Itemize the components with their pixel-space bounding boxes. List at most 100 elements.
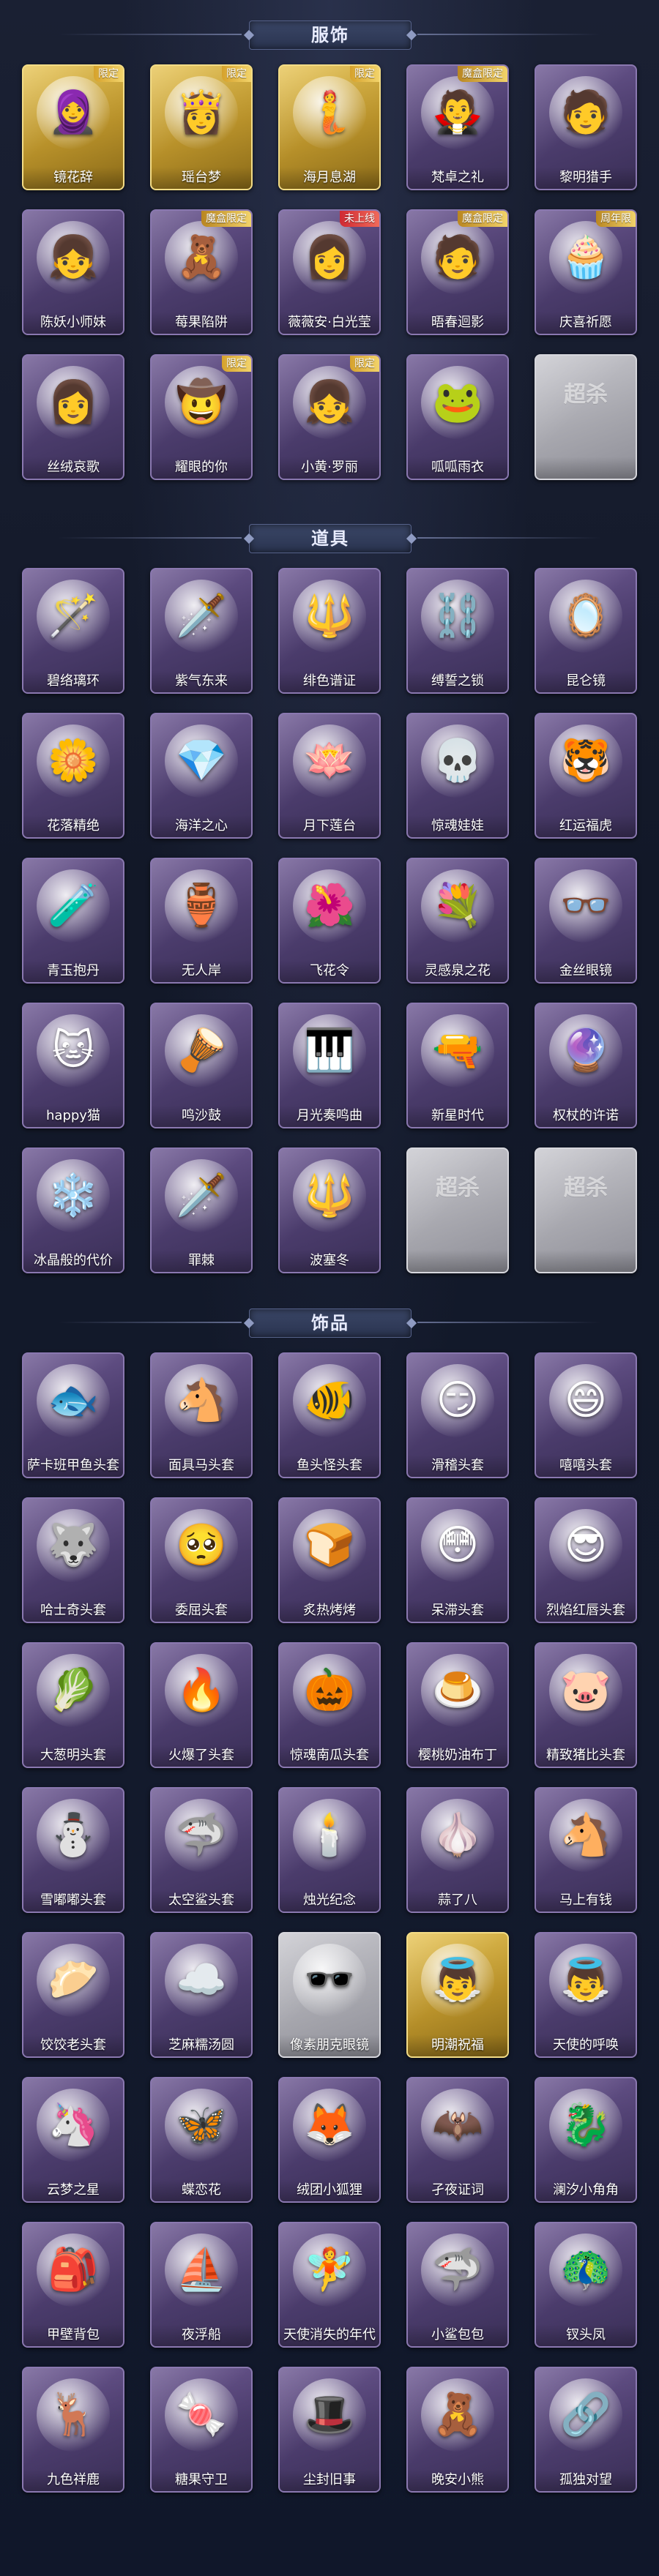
item-card[interactable]: 🕶️ 像素朋克眼镜 (278, 1932, 381, 2058)
item-card[interactable]: 🐠 鱼头怪头套 (278, 1352, 381, 1478)
item-card[interactable]: 🧑 魔盒限定 晤春迴影 (406, 209, 509, 335)
item-card[interactable]: 🪘 鸣沙鼓 (150, 1003, 253, 1128)
item-card[interactable]: 🐟 萨卡班甲鱼头套 (22, 1352, 124, 1478)
item-card[interactable]: 🐱 happy猫 (22, 1003, 124, 1128)
item-card[interactable]: 🐯 红运福虎 (535, 713, 637, 839)
item-card[interactable]: 🍞 炙热烤烤 (278, 1497, 381, 1623)
item-card[interactable]: 🐷 精致猪比头套 (535, 1642, 637, 1768)
item-card[interactable]: 🕯️ 烛光纪念 (278, 1787, 381, 1913)
item-card[interactable]: 🦈 太空鲨头套 (150, 1787, 253, 1913)
item-card[interactable]: 🌺 飞花令 (278, 858, 381, 984)
item-card[interactable]: 🧸 晚安小熊 (406, 2367, 509, 2493)
item-card[interactable]: 🦇 孑夜证词 (406, 2077, 509, 2203)
item-name: 碧络璃环 (23, 670, 123, 692)
item-card[interactable]: 🪷 月下莲台 (278, 713, 381, 839)
item-card[interactable]: 🏺 无人岸 (150, 858, 253, 984)
item-card[interactable]: 🧚 天使消失的年代 (278, 2222, 381, 2348)
item-card[interactable]: 🦋 蝶恋花 (150, 2077, 253, 2203)
item-card[interactable]: 🔱 绯色谱证 (278, 568, 381, 694)
item-thumbnail: 🔱 (293, 580, 366, 653)
item-card[interactable]: 🧸 魔盒限定 莓果陷阱 (150, 209, 253, 335)
item-card[interactable]: 🐸 呱呱雨衣 (406, 354, 509, 480)
item-card[interactable]: 🧛 魔盒限定 梵卓之礼 (406, 64, 509, 190)
item-name: 月下莲台 (280, 815, 379, 837)
item-card[interactable]: 🔗 孤独对望 (535, 2367, 637, 2493)
item-card[interactable]: 🐺 哈士奇头套 (22, 1497, 124, 1623)
item-card[interactable]: 🥬 大葱明头套 (22, 1642, 124, 1768)
item-card[interactable]: 🎹 月光奏鸣曲 (278, 1003, 381, 1128)
item-card[interactable]: 🎃 惊魂南瓜头套 (278, 1642, 381, 1768)
item-card[interactable]: 💎 海洋之心 (150, 713, 253, 839)
item-icon: 🍞 (304, 1521, 355, 1569)
item-card[interactable]: 😄 嘻嘻头套 (535, 1352, 637, 1478)
item-card[interactable]: 😏 滑稽头套 (406, 1352, 509, 1478)
item-card[interactable]: 👧 陈妖小师妹 (22, 209, 124, 335)
item-card[interactable]: 🧄 蒜了八 (406, 1787, 509, 1913)
item-icon: 👩 (48, 378, 99, 426)
item-card[interactable]: 超杀 (535, 354, 637, 480)
item-thumbnail: 🥟 (37, 1944, 110, 2017)
item-icon: 👧 (304, 378, 355, 426)
item-card[interactable]: 🧑 黎明猎手 (535, 64, 637, 190)
item-name: 天使消失的年代 (280, 2324, 379, 2346)
item-card[interactable]: 🦊 绒团小狐狸 (278, 2077, 381, 2203)
item-name: 梵卓之礼 (408, 167, 507, 189)
item-card[interactable]: 🔫 新星时代 (406, 1003, 509, 1128)
item-card[interactable]: 🔥 火爆了头套 (150, 1642, 253, 1768)
item-card[interactable]: 👼 明潮祝福 (406, 1932, 509, 2058)
item-card[interactable]: 🎒 甲壁背包 (22, 2222, 124, 2348)
item-card[interactable]: 🎩 尘封旧事 (278, 2367, 381, 2493)
item-card[interactable]: 🥺 委屈头套 (150, 1497, 253, 1623)
item-card[interactable]: 🐉 澜汐小角角 (535, 2077, 637, 2203)
item-thumbnail: 😎 (549, 1509, 622, 1582)
item-card[interactable]: 💐 灵感泉之花 (406, 858, 509, 984)
item-card[interactable]: 🪄 碧络璃环 (22, 568, 124, 694)
item-thumbnail: 👩 (37, 366, 110, 439)
item-thumbnail: ⛓️ (421, 580, 494, 653)
item-card[interactable]: 🦈 小鲨包包 (406, 2222, 509, 2348)
item-icon: ❄️ (48, 1172, 99, 1219)
item-card[interactable]: ⛵ 夜浮船 (150, 2222, 253, 2348)
item-card[interactable]: 🧜 限定 海月息湖 (278, 64, 381, 190)
item-card[interactable]: 🗡️ 罪棘 (150, 1147, 253, 1273)
item-card[interactable]: 🧕 限定 镜花辞 (22, 64, 124, 190)
item-card[interactable]: 🥟 饺饺老头套 (22, 1932, 124, 2058)
item-card[interactable]: 🔱 波塞冬 (278, 1147, 381, 1273)
item-card[interactable]: 🍮 樱桃奶油布丁 (406, 1642, 509, 1768)
item-card[interactable]: 🌼 花落精绝 (22, 713, 124, 839)
item-icon: 🐯 (560, 737, 611, 785)
item-card[interactable]: 🤠 限定 耀眼的你 (150, 354, 253, 480)
section-title-banner: 服饰 (249, 20, 412, 50)
item-card[interactable]: 👩 未上线 薇薇安·白光莹 (278, 209, 381, 335)
item-thumbnail: 🧜 (293, 76, 366, 149)
item-card[interactable]: 超杀 (406, 1147, 509, 1273)
item-card[interactable]: ❄️ 冰晶般的代价 (22, 1147, 124, 1273)
item-card[interactable]: 😳 呆滞头套 (406, 1497, 509, 1623)
item-card[interactable]: 🦚 钗头凤 (535, 2222, 637, 2348)
item-card[interactable]: 😎 烈焰红唇头套 (535, 1497, 637, 1623)
item-thumbnail: 🧪 (37, 869, 110, 943)
item-card[interactable]: ⛄ 雪嘟嘟头套 (22, 1787, 124, 1913)
item-card[interactable]: 🦄 云梦之星 (22, 2077, 124, 2203)
item-card[interactable]: 🐴 面具马头套 (150, 1352, 253, 1478)
item-name: 晚安小熊 (408, 2469, 507, 2491)
item-card[interactable]: 🐴 马上有钱 (535, 1787, 637, 1913)
item-card[interactable]: 🧁 周年限 庆喜祈愿 (535, 209, 637, 335)
item-card[interactable]: 👩 丝绒哀歌 (22, 354, 124, 480)
item-name: 炙热烤烤 (280, 1600, 379, 1622)
item-card[interactable]: 🍬 糖果守卫 (150, 2367, 253, 2493)
item-thumbnail: 💎 (165, 724, 238, 798)
item-card[interactable]: 💀 惊魂娃娃 (406, 713, 509, 839)
item-card[interactable]: 🔮 权杖的许诺 (535, 1003, 637, 1128)
item-card[interactable]: 超杀 (535, 1147, 637, 1273)
item-card[interactable]: 🗡️ 紫气东来 (150, 568, 253, 694)
item-card[interactable]: 🦌 九色祥鹿 (22, 2367, 124, 2493)
item-card[interactable]: 👸 限定 瑶台梦 (150, 64, 253, 190)
item-card[interactable]: 👓 金丝眼镜 (535, 858, 637, 984)
item-card[interactable]: 👼 天使的呼唤 (535, 1932, 637, 2058)
item-card[interactable]: 👧 限定 小黄·罗丽 (278, 354, 381, 480)
item-card[interactable]: 🪞 昆仑镜 (535, 568, 637, 694)
item-card[interactable]: ☁️ 芝麻糯汤圆 (150, 1932, 253, 2058)
item-card[interactable]: 🧪 青玉抱丹 (22, 858, 124, 984)
item-card[interactable]: ⛓️ 缚誓之锁 (406, 568, 509, 694)
